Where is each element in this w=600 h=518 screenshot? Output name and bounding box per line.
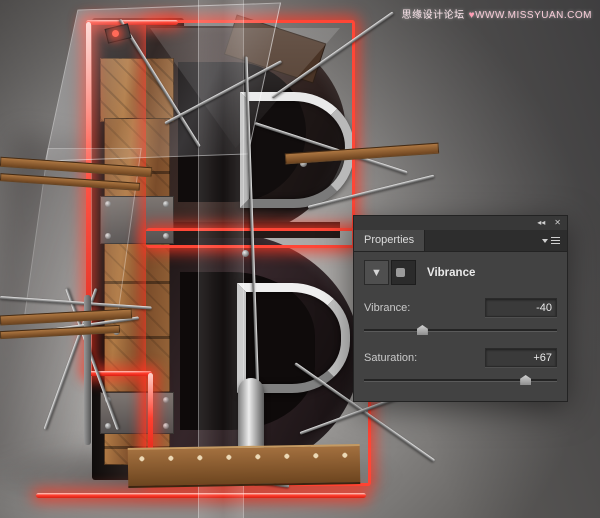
tab-bar-spacer (425, 230, 535, 251)
photoshop-canvas: 思缘设计论坛♥WWW.MISSYUAN.COM ◂◂ ✕ Properties … (0, 0, 600, 518)
rivet (105, 423, 111, 429)
vibrance-value-input[interactable] (485, 298, 557, 317)
vibrance-field-row: Vibrance: (364, 298, 557, 317)
watermark-site-name: 思缘设计论坛 (402, 10, 465, 21)
mask-thumbnail (396, 268, 405, 277)
properties-panel: ◂◂ ✕ Properties ▼ Vibrance Vibranc (353, 215, 568, 402)
saturation-value-input[interactable] (485, 348, 557, 367)
panel-menu-icon[interactable] (535, 230, 567, 251)
vibrance-label: Vibrance: (364, 302, 410, 314)
vibrance-slider-thumb[interactable] (417, 325, 428, 335)
close-panel-icon[interactable]: ✕ (554, 219, 561, 227)
adjustment-header-row: ▼ Vibrance (354, 252, 567, 287)
vibrance-triangle-glyph: ▼ (371, 267, 382, 279)
saturation-field-row: Saturation: (364, 348, 557, 367)
vibrance-slider[interactable] (364, 324, 557, 337)
wood-base-plank (128, 444, 361, 488)
rod-joint (242, 250, 249, 257)
tab-properties[interactable]: Properties (354, 230, 425, 251)
menu-lines-icon (551, 237, 560, 244)
vibrance-slider-track[interactable] (364, 329, 557, 332)
menu-triangle-icon (542, 239, 548, 243)
panel-tab-bar: Properties (353, 230, 568, 252)
saturation-label: Saturation: (364, 352, 417, 364)
panel-body: ▼ Vibrance Vibrance: Saturation: (353, 252, 568, 402)
panel-title: Vibrance (427, 267, 475, 279)
saturation-slider-thumb[interactable] (520, 375, 531, 385)
panel-titlebar: ◂◂ ✕ (353, 215, 568, 230)
watermark: 思缘设计论坛♥WWW.MISSYUAN.COM (402, 6, 592, 21)
neon-glow-dot (112, 30, 119, 37)
watermark-url: WWW.MISSYUAN.COM (475, 10, 592, 21)
saturation-slider[interactable] (364, 374, 557, 387)
mask-icon[interactable] (391, 260, 416, 285)
vibrance-adjustment-icon[interactable]: ▼ (364, 260, 389, 285)
collapse-panel-icon[interactable]: ◂◂ (537, 219, 545, 227)
